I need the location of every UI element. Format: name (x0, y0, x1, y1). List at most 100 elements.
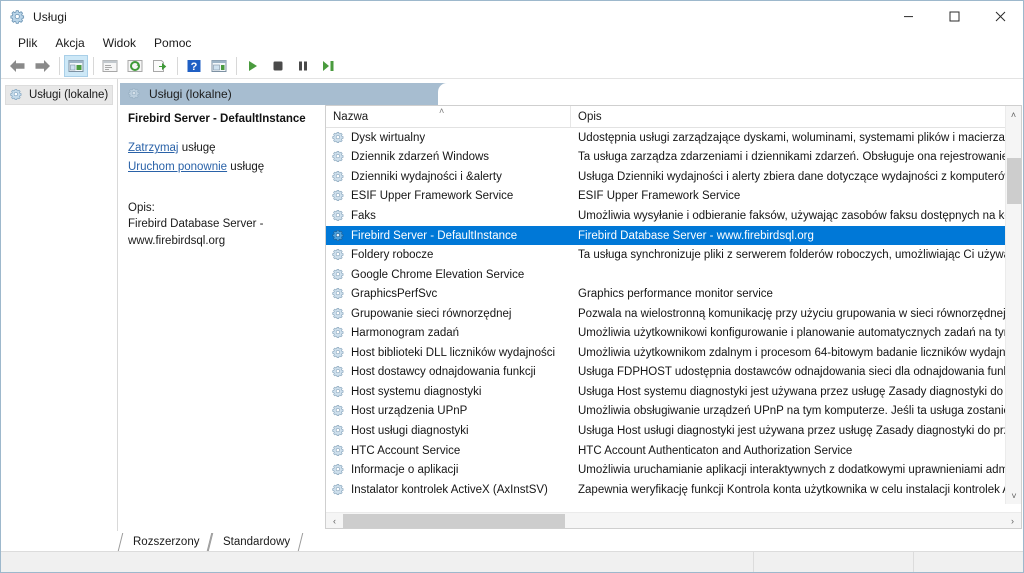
start-service-icon[interactable] (241, 55, 265, 77)
service-detail-pane: Firebird Server - DefaultInstance Zatrzy… (120, 105, 325, 529)
vertical-scroll-thumb[interactable] (1007, 158, 1021, 204)
service-row[interactable]: ESIF Upper Framework Service ESIF Upper F… (326, 187, 1021, 207)
service-gear-icon (332, 444, 346, 458)
export-list-icon[interactable] (148, 55, 172, 77)
stop-service-suffix: usługę (181, 142, 216, 155)
service-row[interactable]: Faks Umożliwia wysyłanie i odbieranie fak… (326, 206, 1021, 226)
service-name-cell: Host dostawcy odnajdowania funkcji (326, 365, 571, 379)
horizontal-scrollbar[interactable]: ‹ › (326, 512, 1021, 528)
pane-header-corner (438, 83, 1022, 105)
back-arrow-icon[interactable] (5, 55, 29, 77)
service-name-cell: Instalator modułów systemu Windows (326, 502, 571, 503)
service-row[interactable]: Dzienniki wydajności i &alerty Usługa Dzi… (326, 167, 1021, 187)
service-row[interactable]: Dziennik zdarzeń Windows Ta usługa zarząd… (326, 148, 1021, 168)
maximize-button[interactable] (931, 1, 977, 32)
service-name-label: HTC Account Service (351, 444, 461, 457)
toolbar-separator (59, 57, 60, 75)
tab-standardowy[interactable]: Standardowy (208, 533, 304, 551)
show-hide-console-tree-icon[interactable] (64, 55, 88, 77)
service-gear-icon (332, 385, 346, 399)
scroll-up-arrow-icon[interactable]: ˄ (1006, 106, 1021, 123)
service-gear-icon (332, 248, 346, 262)
service-description-cell: Pozwala na wielostronną komunikację przy… (578, 307, 1021, 320)
service-description-cell: Usługa Host usługi diagnostyki jest używ… (578, 424, 1021, 437)
scroll-left-arrow-icon[interactable]: ‹ (326, 516, 343, 526)
menu-widok[interactable]: Widok (94, 34, 145, 52)
tab-rozszerzony[interactable]: Rozszerzony (117, 533, 213, 551)
service-name-cell: Instalator kontrolek ActiveX (AxInstSV) (326, 483, 571, 497)
service-name-cell: Host urządzenia UPnP (326, 404, 571, 418)
forward-arrow-icon[interactable] (30, 55, 54, 77)
service-gear-icon (332, 424, 346, 438)
service-row[interactable]: GraphicsPerfSvc Graphics performance moni… (326, 284, 1021, 304)
horizontal-scroll-thumb[interactable] (343, 514, 565, 528)
service-gear-icon (332, 170, 346, 184)
service-row[interactable]: Host systemu diagnostyki Usługa Host syst… (326, 382, 1021, 402)
service-description-cell: Ta usługa zarządza zdarzeniami i dzienni… (578, 151, 1021, 164)
column-header-nazwa[interactable]: Nazwa ˄ (326, 106, 571, 127)
menu-plik[interactable]: Plik (9, 34, 46, 52)
stop-service-icon[interactable] (266, 55, 290, 77)
tab-rozszerzony-label: Rozszerzony (133, 536, 200, 548)
scroll-right-arrow-icon[interactable]: › (1004, 516, 1021, 526)
service-row[interactable]: Host biblioteki DLL liczników wydajności… (326, 343, 1021, 363)
column-header-opis-label: Opis (578, 110, 602, 123)
refresh-icon[interactable] (123, 55, 147, 77)
scroll-down-arrow-icon[interactable]: ˅ (1006, 487, 1021, 504)
restart-service-icon[interactable] (316, 55, 340, 77)
service-name-label: Firebird Server - DefaultInstance (351, 229, 518, 242)
services-list: Nazwa ˄ Opis Dysk wirtualny Udostępnia us… (325, 105, 1022, 529)
show-hide-action-pane-icon[interactable] (207, 55, 231, 77)
tree-item-services-local[interactable]: Usługi (lokalne) (5, 85, 113, 105)
stop-service-link[interactable]: Zatrzymaj (128, 142, 178, 154)
service-gear-icon (332, 189, 346, 203)
toolbar-separator (236, 57, 237, 75)
main-body: Usługi (lokalne) Usługi (lokalne) Firebi… (1, 79, 1023, 531)
toolbar-separator (93, 57, 94, 75)
detail-description-line-2: www.firebirdsql.org (128, 235, 226, 248)
service-row[interactable]: Firebird Server - DefaultInstance Firebir… (326, 225, 1021, 246)
service-name-cell: Foldery robocze (326, 248, 571, 262)
view-tabs: Rozszerzony Standardowy (117, 531, 1023, 551)
service-name-cell: HTC Account Service (326, 444, 571, 458)
console-tree-pane: Usługi (lokalne) (1, 79, 118, 531)
restart-service-action[interactable]: Uruchom ponownie usługę (128, 159, 315, 176)
service-row[interactable]: Grupowanie sieci równorzędnej Pozwala na … (326, 304, 1021, 324)
pause-service-icon[interactable] (291, 55, 315, 77)
service-row[interactable]: Host usługi diagnostyki Usługa Host usług… (326, 421, 1021, 441)
service-row[interactable]: Instalator kontrolek ActiveX (AxInstSV) Z… (326, 480, 1021, 500)
service-description-cell: ESIF Upper Framework Service (578, 190, 741, 203)
service-row[interactable]: Instalator modułów systemu WindowsUmożli… (326, 499, 1021, 503)
service-row[interactable]: Host dostawcy odnajdowania funkcji Usługa… (326, 363, 1021, 383)
status-bar-text (1, 552, 753, 572)
service-description-cell: Usługa Host systemu diagnostyki jest uży… (578, 385, 1021, 398)
service-row[interactable]: Host urządzenia UPnP Umożliwia obsługiwan… (326, 402, 1021, 422)
service-row[interactable]: Informacje o aplikacji Umożliwia uruchami… (326, 460, 1021, 480)
service-name-label: Host urządzenia UPnP (351, 405, 468, 418)
service-description-cell: HTC Account Authenticaton and Authorizat… (578, 444, 853, 457)
status-bar (1, 551, 1023, 572)
stop-service-action[interactable]: Zatrzymaj usługę (128, 140, 315, 157)
close-button[interactable] (977, 1, 1023, 32)
service-name-label: Google Chrome Elevation Service (351, 268, 525, 281)
minimize-button[interactable] (885, 1, 931, 32)
window-controls (885, 1, 1023, 32)
service-name-cell: Dzienniki wydajności i &alerty (326, 170, 571, 184)
service-row[interactable]: Harmonogram zadań Umożliwia użytkownikowi… (326, 323, 1021, 343)
column-header-opis[interactable]: Opis (571, 106, 1021, 127)
service-name-label: Host usługi diagnostyki (351, 424, 469, 437)
service-row[interactable]: HTC Account Service HTC Account Authentic… (326, 441, 1021, 461)
menu-akcja[interactable]: Akcja (46, 34, 93, 52)
service-name-label: ESIF Upper Framework Service (351, 190, 514, 203)
service-name-cell: Dziennik zdarzeń Windows (326, 150, 571, 164)
help-icon[interactable]: ? (182, 55, 206, 77)
service-row[interactable]: Dysk wirtualny Udostępnia usługi zarządza… (326, 128, 1021, 148)
vertical-scrollbar[interactable]: ˄ ˅ (1005, 106, 1021, 504)
service-name-cell: Dysk wirtualny (326, 131, 571, 145)
restart-service-link[interactable]: Uruchom ponownie (128, 161, 227, 173)
service-row[interactable]: Google Chrome Elevation Service (326, 265, 1021, 285)
menu-pomoc[interactable]: Pomoc (145, 34, 200, 52)
properties-icon[interactable] (98, 55, 122, 77)
service-row[interactable]: Foldery robocze Ta usługa synchronizuje p… (326, 245, 1021, 265)
services-gear-icon (10, 88, 24, 102)
